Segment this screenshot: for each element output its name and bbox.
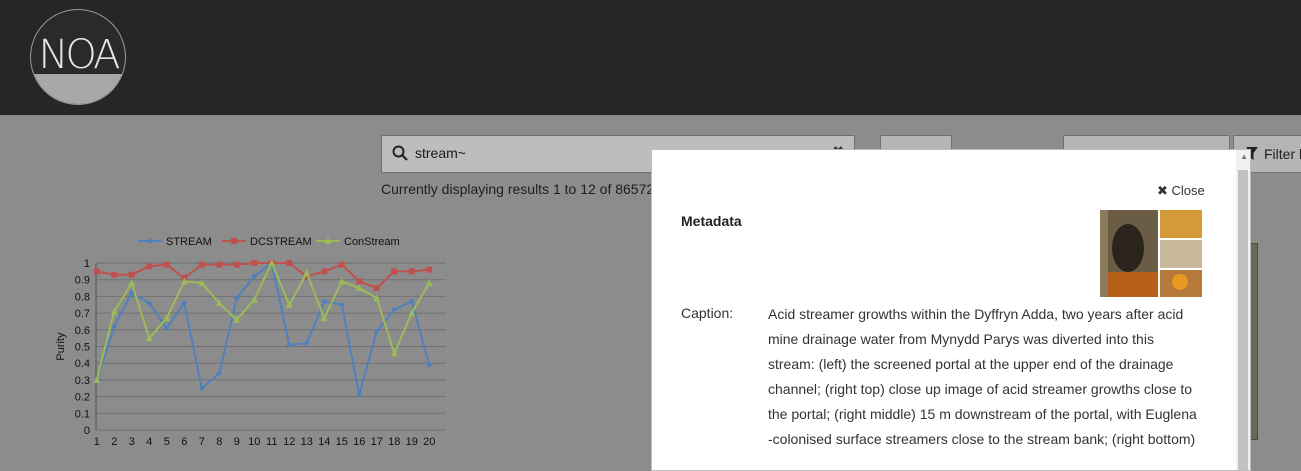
x-tick-label: 3 bbox=[129, 436, 135, 448]
noa-logo[interactable]: NOA bbox=[30, 9, 126, 105]
x-tick-label: 9 bbox=[234, 436, 240, 448]
legend-marker bbox=[231, 238, 237, 244]
x-tick-label: 12 bbox=[283, 436, 295, 448]
x-tick-label: 13 bbox=[301, 436, 313, 448]
x-tick-label: 20 bbox=[423, 436, 435, 448]
x-tick-label: 6 bbox=[181, 436, 187, 448]
x-tick-label: 5 bbox=[164, 436, 170, 448]
close-label: Close bbox=[1171, 183, 1205, 198]
x-tick-label: 10 bbox=[248, 436, 260, 448]
purity-line-chart: 00.10.20.30.40.50.60.70.80.911 2 3 4 5 6 7 8 9 10… bbox=[55, 236, 446, 448]
caption-line: Acid streamer growths within the Dyffryn… bbox=[768, 306, 1184, 322]
data-point bbox=[198, 261, 205, 268]
caption-image-thumbnail[interactable] bbox=[1100, 210, 1202, 297]
search-value: stream~ bbox=[415, 145, 466, 161]
x-tick-label: 18 bbox=[388, 436, 400, 448]
x-tick-label: 14 bbox=[318, 436, 330, 448]
x-tick-label: 15 bbox=[336, 436, 348, 448]
x-tick-label: 7 bbox=[199, 436, 205, 448]
x-tick-label: 16 bbox=[353, 436, 365, 448]
data-point bbox=[408, 268, 415, 275]
data-point bbox=[286, 260, 293, 266]
data-point bbox=[390, 349, 398, 357]
caption-line: mine drainage water from Mynydd Parys wa… bbox=[768, 331, 1154, 347]
close-icon: ✖ bbox=[1157, 183, 1168, 198]
caption-line: the portal; (right middle) 15 m downstre… bbox=[768, 406, 1197, 422]
x-tick-label: 17 bbox=[371, 436, 383, 448]
x-tick-label: 4 bbox=[146, 436, 152, 448]
data-point bbox=[425, 279, 433, 287]
data-point bbox=[250, 296, 258, 303]
modal-scrollbar[interactable]: ▲ bbox=[1236, 150, 1250, 470]
y-tick-label: 0.4 bbox=[75, 358, 90, 370]
result-chart-thumbnail[interactable]: 0 0.1 0.2 0.3 0.4 0.5 0.6 0.7 0.8 0.9 1 1 2 3 4 5 6 7 8 9 10… bbox=[40, 225, 460, 453]
filter-by-label: Filter by bbox=[1264, 146, 1301, 162]
x-tick-label: 19 bbox=[406, 436, 418, 448]
results-summary: Currently displaying results 1 to 12 of … bbox=[381, 181, 655, 197]
data-point bbox=[111, 271, 118, 278]
scroll-up-arrow-icon[interactable]: ▲ bbox=[1240, 152, 1248, 161]
caption-line: stream: (left) the screened portal at th… bbox=[768, 356, 1174, 372]
legend-label: ConStream bbox=[344, 236, 400, 248]
x-tick-label: 1 bbox=[94, 436, 100, 448]
data-point bbox=[356, 278, 363, 285]
data-point bbox=[303, 269, 311, 277]
y-tick-label: 0.2 bbox=[75, 392, 90, 404]
data-point bbox=[391, 268, 398, 275]
y-tick-label: 1 bbox=[84, 258, 90, 270]
y-tick-label: 0.7 bbox=[75, 308, 90, 320]
logo-bottom-band bbox=[31, 74, 125, 104]
data-point bbox=[128, 271, 135, 278]
data-point bbox=[128, 279, 136, 287]
caption-line: channel; (right top) close up image of a… bbox=[768, 381, 1193, 397]
data-point bbox=[163, 314, 171, 322]
metadata-modal: ▲ ✖ Close Metadata Caption: Acid streame… bbox=[651, 149, 1251, 471]
x-tick-label: 8 bbox=[216, 436, 222, 448]
data-point bbox=[93, 268, 100, 275]
data-point bbox=[321, 298, 328, 305]
legend-label: DCSTREAM bbox=[250, 236, 312, 248]
y-tick-label: 0.9 bbox=[75, 275, 90, 287]
data-point bbox=[216, 261, 223, 268]
data-point bbox=[338, 277, 346, 285]
data-point bbox=[251, 260, 258, 266]
data-point bbox=[303, 340, 310, 347]
legend-marker bbox=[147, 238, 153, 244]
data-point bbox=[321, 268, 328, 275]
series-line bbox=[95, 260, 431, 381]
data-point bbox=[338, 261, 345, 268]
y-tick-label: 0.8 bbox=[75, 291, 90, 303]
data-point bbox=[146, 263, 153, 270]
y-tick-label: 0 bbox=[84, 425, 90, 437]
data-point bbox=[338, 301, 345, 308]
data-point bbox=[320, 314, 328, 322]
legend-label: STREAM bbox=[166, 236, 212, 248]
y-axis-label: Purity bbox=[55, 332, 67, 361]
data-point bbox=[233, 261, 240, 268]
modal-title: Metadata bbox=[681, 213, 742, 229]
data-point bbox=[426, 266, 433, 273]
caption-line: -colonised surface streamers close to th… bbox=[768, 431, 1196, 447]
data-point bbox=[373, 285, 380, 292]
logo-text: NOA bbox=[38, 32, 120, 78]
search-icon bbox=[392, 145, 408, 161]
y-tick-label: 0.1 bbox=[75, 408, 90, 420]
y-tick-label: 0.5 bbox=[75, 342, 90, 354]
x-tick-label: 2 bbox=[111, 436, 117, 448]
top-navbar: NOA bbox=[0, 0, 1301, 115]
data-point bbox=[163, 261, 170, 268]
scrollbar-thumb[interactable] bbox=[1238, 170, 1248, 470]
close-button[interactable]: ✖ Close bbox=[1157, 183, 1205, 199]
y-tick-label: 0.6 bbox=[75, 325, 90, 337]
caption-text: Acid streamer growths within the Dyffryn… bbox=[768, 302, 1208, 452]
x-tick-label: 11 bbox=[266, 436, 277, 448]
caption-label: Caption: bbox=[681, 305, 734, 321]
y-tick-label: 0.3 bbox=[75, 375, 90, 387]
